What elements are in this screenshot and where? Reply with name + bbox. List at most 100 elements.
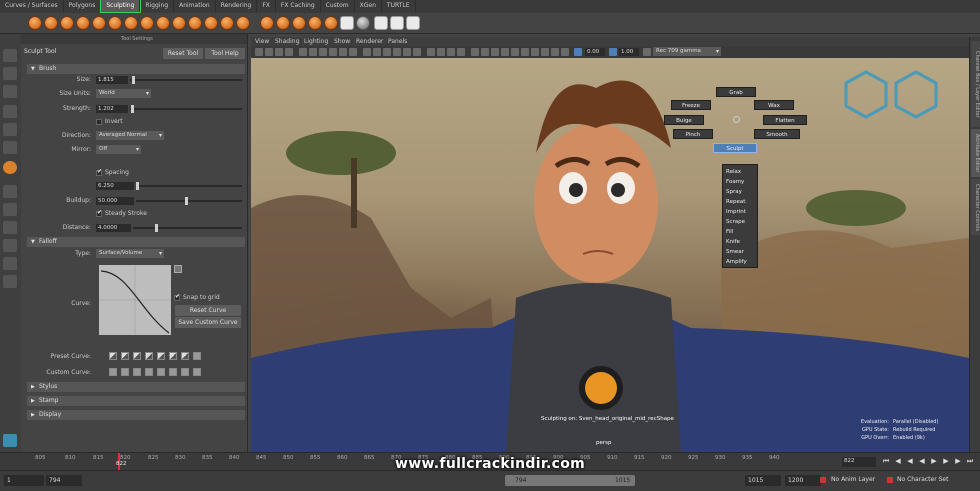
pinch-brush-icon[interactable] [92,16,106,30]
camera-icon[interactable] [255,48,263,56]
select-tool-icon[interactable] [3,49,17,62]
xray-icon[interactable] [481,48,489,56]
wax-brush-icon[interactable] [188,16,202,30]
paint-select-icon[interactable] [3,85,17,98]
gate-mask-icon[interactable] [329,48,337,56]
spacing-field[interactable]: 6.250 [96,182,134,190]
imprint-brush-icon[interactable] [172,16,186,30]
resolution-gate-icon[interactable] [319,48,327,56]
image-plane-icon[interactable] [285,48,293,56]
reset-tool-button[interactable]: Reset Tool [163,48,203,59]
falloff-type-dropdown[interactable]: Surface/Volume [96,249,164,258]
tab-fx-caching[interactable]: FX Caching [276,0,321,12]
tab-attribute-editor[interactable]: Attribute Editor [971,129,980,177]
buildup-field[interactable]: 50.000 [96,197,134,205]
custom-curve-7[interactable] [181,368,189,376]
tab-animation[interactable]: Animation [174,0,216,12]
spacing-checkbox[interactable] [96,168,102,176]
reset-curve-button[interactable]: Reset Curve [175,305,241,316]
size-field[interactable]: 1.815 [96,76,128,84]
snap-to-grid-checkbox[interactable] [174,293,180,301]
preset-curve-8[interactable] [193,352,201,360]
lasso-tool-icon[interactable] [3,67,17,80]
custom-curve-8[interactable] [193,368,201,376]
marking-menu-wax[interactable]: Wax [754,100,794,110]
distance-slider-knob[interactable] [155,224,158,232]
wireframe-on-shaded-icon[interactable] [383,48,391,56]
custom-curve-1[interactable] [109,368,117,376]
range-slider[interactable]: 794 1015 [505,475,635,486]
character-set-label[interactable]: No Character Set [897,476,948,483]
scale-tool-icon[interactable] [3,141,17,154]
preset-curve-2[interactable] [121,352,129,360]
tool-help-button[interactable]: Tool Help [205,48,245,59]
play-backward-icon[interactable]: ◀ [918,457,926,465]
marking-menu-amplify[interactable]: Amplify [723,257,757,267]
outliner-layout-icon[interactable] [3,239,17,252]
exposure-field[interactable]: 0.00 [585,48,605,56]
color-space-dropdown[interactable]: Rec 709 gamma [653,47,721,56]
custom-curve-6[interactable] [169,368,177,376]
invert-checkbox[interactable] [96,119,102,125]
hypershade-icon[interactable] [541,48,549,56]
menu-view[interactable]: View [255,37,269,46]
freeze-brush-icon[interactable] [308,16,322,30]
size-slider-knob[interactable] [132,76,135,84]
marking-menu-spray[interactable]: Spray [723,187,757,197]
fill-brush-icon[interactable] [220,16,234,30]
grid-icon[interactable] [374,16,388,30]
grid-toggle-icon[interactable] [299,48,307,56]
preset-curve-4[interactable] [145,352,153,360]
tab-channel-box[interactable]: Channel Box / Layer Editor [971,41,980,127]
menu-panels[interactable]: Panels [388,37,407,46]
marking-menu-fill[interactable]: Fill [723,227,757,237]
play-forward-icon[interactable]: ▶ [930,457,938,465]
marking-menu-smooth[interactable]: Smooth [754,129,800,139]
scene-start-field[interactable]: 1 [4,475,44,486]
grab-brush-icon[interactable] [76,16,90,30]
tab-sculpting[interactable]: Sculpting [100,0,142,13]
smooth-shade-icon[interactable] [373,48,381,56]
spacing-slider[interactable] [136,182,242,190]
exposure-icon[interactable] [574,48,582,56]
xray-joints-icon[interactable] [491,48,499,56]
bulge-brush-icon[interactable] [276,16,290,30]
step-back-key-icon[interactable]: ◀ [894,457,902,465]
viewport[interactable]: Grab Freeze Wax Bulge Flatten Pinch Smoo… [251,58,969,452]
marking-menu-smear[interactable]: Smear [723,247,757,257]
size-slider[interactable] [130,76,242,84]
anim-layer-label[interactable]: No Anim Layer [831,476,875,483]
size-units-dropdown[interactable]: World [96,89,151,98]
menu-show[interactable]: Show [334,37,350,46]
stamp-section[interactable]: ▶ Stamp [27,396,245,406]
rotate-tool-icon[interactable] [3,123,17,136]
marking-menu-scrape[interactable]: Scrape [723,217,757,227]
marking-menu-sculpt[interactable]: Sculpt [713,143,757,153]
tab-fx[interactable]: FX [257,0,276,12]
film-gate-icon[interactable] [309,48,317,56]
ipr-icon[interactable] [531,48,539,56]
tab-curves-surfaces[interactable]: Curves / Surfaces [0,0,64,12]
playback-end-field[interactable]: 1015 [745,475,781,486]
sculpt-brush-icon[interactable] [28,16,42,30]
settings-gear-icon[interactable] [356,16,370,30]
isolate-select-icon[interactable] [471,48,479,56]
strength-field[interactable]: 1.202 [96,105,128,113]
graph-layout-icon[interactable] [3,257,17,270]
spray-brush-icon[interactable] [140,16,154,30]
go-to-end-icon[interactable]: ⏭ [966,457,974,465]
preset-curve-1[interactable] [109,352,117,360]
backface-icon[interactable] [501,48,509,56]
stamp-icon[interactable] [406,16,420,30]
playback-start-field[interactable]: 794 [46,475,82,486]
custom-curve-3[interactable] [133,368,141,376]
marking-menu-relax[interactable]: Relax [723,167,757,177]
camera-attributes-icon[interactable] [265,48,273,56]
foamy-brush-icon[interactable] [124,16,138,30]
curve-edit-icon[interactable] [174,265,182,273]
tab-character-controls[interactable]: Character Controls [971,179,980,235]
amplify-brush-icon[interactable] [292,16,306,30]
ambient-occlusion-icon[interactable] [427,48,435,56]
smooth-brush-icon[interactable] [44,16,58,30]
go-to-start-icon[interactable]: ⏮ [882,457,890,465]
